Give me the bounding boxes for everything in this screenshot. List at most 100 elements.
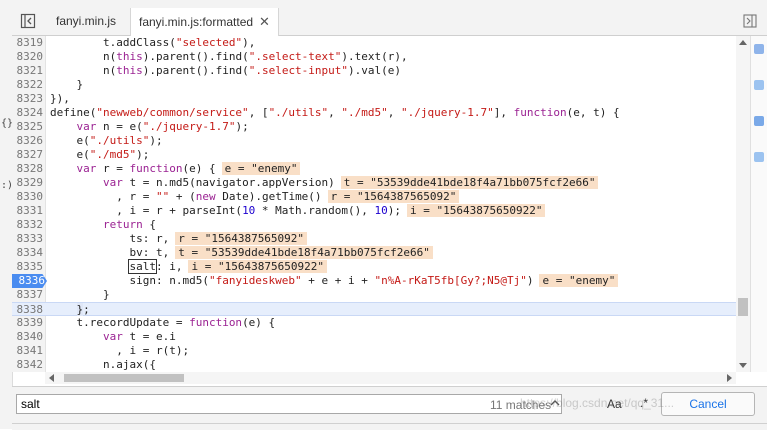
code-line[interactable]: 8324 define("newweb/common/service", ["./… — [12, 106, 736, 120]
code-line-breakpoint[interactable]: 8336 sign: n.md5("fanyideskweb" + e + i … — [12, 274, 736, 288]
line-number[interactable]: 8319 — [12, 36, 44, 50]
code-text: t.addClass("selected"), — [50, 36, 256, 49]
code-line[interactable]: 8323}), — [12, 92, 736, 106]
code-text: e("./md5"); — [50, 148, 150, 161]
search-input[interactable] — [16, 394, 562, 414]
line-number[interactable]: 8320 — [12, 50, 44, 64]
code-line[interactable]: 8334 bv: t, t = "53539dde41bde18f4a71bb07… — [12, 246, 736, 260]
editor-tab-bar: fanyi.min.js fanyi.min.js:formatted ✕ — [12, 8, 767, 36]
horizontal-scrollbar[interactable] — [45, 372, 736, 384]
code-line[interactable]: 8337 } — [12, 288, 736, 302]
line-number[interactable]: 8342 — [12, 358, 44, 372]
code-line[interactable]: 8332 return { — [12, 218, 736, 232]
code-line[interactable]: 8339 t.recordUpdate = function(e) { — [12, 316, 736, 330]
line-number[interactable]: 8324 — [12, 106, 44, 120]
line-number[interactable]: 8337 — [12, 288, 44, 302]
line-number[interactable]: 8325 — [12, 120, 44, 134]
code-text: e("./utils"); — [50, 134, 163, 147]
tab-fanyi-min-js[interactable]: fanyi.min.js — [48, 8, 124, 35]
code-text: t.recordUpdate = function(e) { — [50, 316, 276, 329]
code-text: var t = n.md5(navigator.appVersion) t = "… — [50, 176, 599, 190]
pane-icon[interactable] — [754, 116, 764, 126]
code-text: }; — [76, 303, 90, 316]
line-number[interactable]: 8328 — [12, 162, 44, 176]
code-line[interactable]: 8340 var t = e.i — [12, 330, 736, 344]
match-case-button[interactable]: Aa — [607, 397, 622, 411]
line-number[interactable]: 8329 — [12, 176, 44, 190]
scroll-up-icon[interactable] — [739, 40, 747, 45]
line-number[interactable]: 8322 — [12, 78, 44, 92]
line-number[interactable]: 8331 — [12, 204, 44, 218]
code-text: var r = function(e) {e = "enemy" — [50, 162, 301, 176]
code-line[interactable]: 8322 } — [12, 78, 736, 92]
line-number[interactable]: 8332 — [12, 218, 44, 232]
previous-match-icon[interactable] — [548, 396, 562, 410]
code-editor[interactable]: 8319 t.addClass("selected"), 8320 n(this)… — [12, 36, 736, 372]
code-line[interactable]: 8331 , i = r + parseInt(10 * Math.random… — [12, 204, 736, 218]
code-text: }), — [50, 92, 70, 105]
code-text: n.ajax({ — [50, 358, 156, 371]
code-text: } — [50, 78, 84, 91]
code-text: return { — [102, 218, 156, 231]
code-text: var t = e.i — [102, 330, 176, 343]
breakpoint-marker[interactable]: 8336 — [12, 274, 47, 288]
toggle-debugger-icon[interactable] — [743, 14, 757, 28]
search-bar: 11 matches Aa .* Cancel — [12, 386, 767, 423]
line-number[interactable]: 8341 — [12, 344, 44, 358]
line-number[interactable]: 8333 — [12, 232, 44, 246]
debugger-sidebar-edge — [750, 36, 767, 372]
code-text: , i = r + parseInt(10 * Math.random(), 1… — [50, 204, 546, 218]
code-line[interactable]: 8327 e("./md5"); — [12, 148, 736, 162]
code-line[interactable]: 8320 n(this).parent().find(".select-text… — [12, 50, 736, 64]
line-number[interactable]: 8335 — [12, 260, 44, 274]
regex-button[interactable]: .* — [640, 396, 648, 410]
toggle-navigator-icon[interactable] — [20, 13, 36, 29]
code-line[interactable]: 8321 n(this).parent().find(".select-inpu… — [12, 64, 736, 78]
code-line[interactable]: 8325 var n = e("./jquery-1.7"); — [12, 120, 736, 134]
tab-label: fanyi.min.js — [56, 14, 117, 28]
scroll-down-icon[interactable] — [739, 363, 747, 368]
pane-icon[interactable] — [754, 44, 764, 54]
code-text: bv: t, t = "53539dde41bde18f4a71bb075fcf2… — [50, 246, 433, 260]
scroll-right-icon[interactable] — [727, 374, 732, 382]
code-text: ts: r, r = "1564387565092" — [50, 232, 308, 246]
close-tab-icon[interactable]: ✕ — [259, 14, 270, 29]
scroll-left-icon[interactable] — [49, 374, 54, 382]
cancel-button[interactable]: Cancel — [661, 392, 755, 416]
line-number[interactable]: 8321 — [12, 64, 44, 78]
tab-fanyi-min-js-formatted[interactable]: fanyi.min.js:formatted ✕ — [130, 8, 279, 36]
line-number[interactable]: 8340 — [12, 330, 44, 344]
code-text: n(this).parent().find(".select-input").v… — [50, 64, 402, 77]
scrollbar-thumb[interactable] — [64, 374, 184, 382]
pane-icon[interactable] — [754, 80, 764, 90]
line-number[interactable]: 8334 — [12, 246, 44, 260]
code-line[interactable]: 8319 t.addClass("selected"), — [12, 36, 736, 50]
code-line[interactable]: 8333 ts: r, r = "1564387565092" — [12, 232, 736, 246]
scrollbar-thumb[interactable] — [738, 298, 748, 316]
vertical-scrollbar[interactable] — [736, 36, 750, 372]
code-text: n(this).parent().find(".select-text").te… — [50, 50, 408, 63]
line-number[interactable]: 8338 — [12, 303, 44, 317]
code-text: , r = "" + (new Date).getTime() r = "1564… — [50, 190, 460, 204]
code-text: var n = e("./jquery-1.7"); — [76, 120, 249, 133]
code-line[interactable]: 8330 , r = "" + (new Date).getTime() r = … — [12, 190, 736, 204]
tab-label: fanyi.min.js:formatted — [139, 15, 254, 29]
code-text: , i = r(t); — [50, 344, 190, 357]
code-line[interactable]: 8335 salt: i, i = "15643875650922" — [12, 259, 736, 274]
code-line-current[interactable]: 8338 }; — [12, 302, 736, 316]
code-text: salt: i, i = "15643875650922" — [50, 259, 327, 274]
match-count: 11 matches — [490, 398, 552, 412]
code-text: define("newweb/common/service", ["./util… — [50, 106, 620, 119]
line-number[interactable]: 8326 — [12, 134, 44, 148]
line-number[interactable]: 8327 — [12, 148, 44, 162]
code-line[interactable]: 8342 n.ajax({ — [12, 358, 736, 372]
code-line[interactable]: 8341 , i = r(t); — [12, 344, 736, 358]
code-line[interactable]: 8326 e("./utils"); — [12, 134, 736, 148]
code-line[interactable]: 8329 var t = n.md5(navigator.appVersion)… — [12, 176, 736, 190]
pane-icon[interactable] — [754, 152, 764, 162]
line-number[interactable]: 8330 — [12, 190, 44, 204]
line-number[interactable]: 8339 — [12, 316, 44, 330]
code-line[interactable]: 8328 var r = function(e) {e = "enemy" — [12, 162, 736, 176]
code-text: } — [50, 288, 110, 301]
line-number[interactable]: 8323 — [12, 92, 44, 106]
